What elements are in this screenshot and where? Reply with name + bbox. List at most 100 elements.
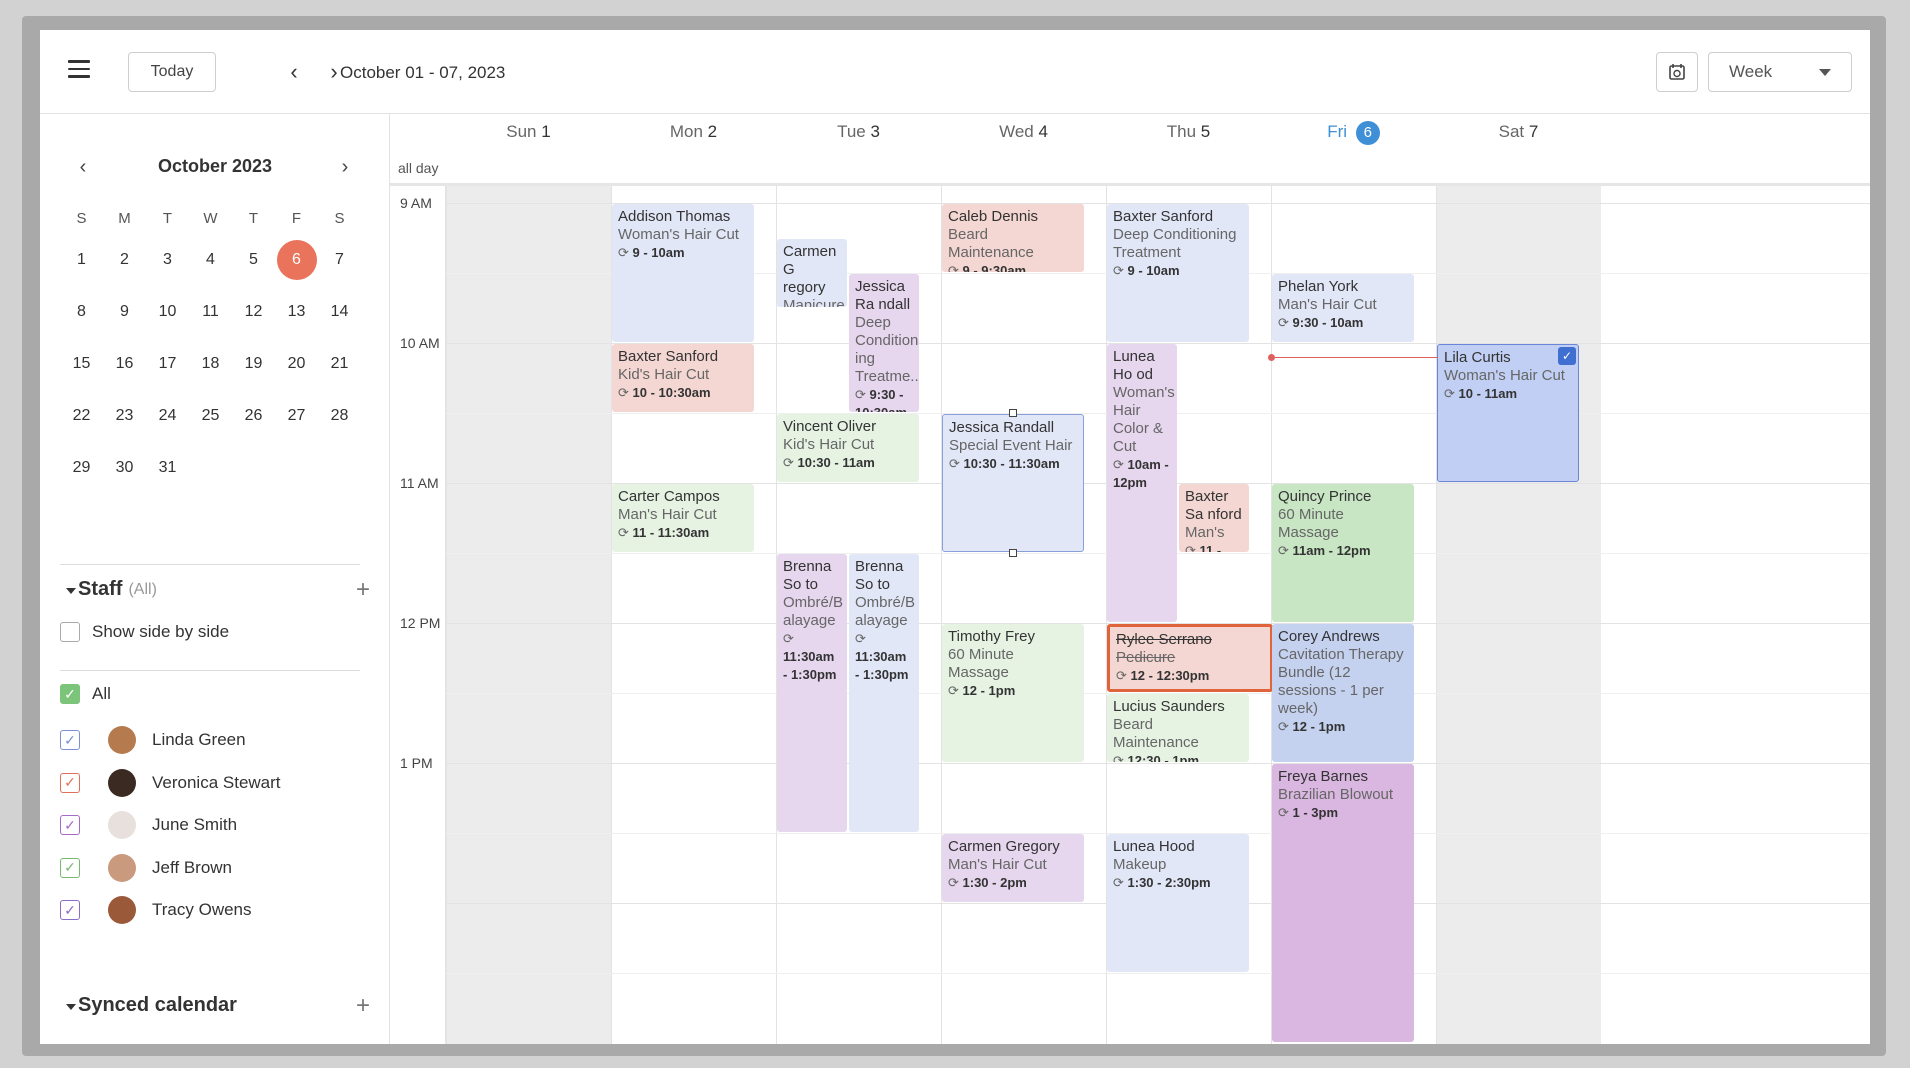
staff-row[interactable]: ✓ Linda Green bbox=[60, 726, 246, 754]
resize-handle-top[interactable] bbox=[1009, 409, 1017, 417]
day-header[interactable]: Mon 2 bbox=[611, 114, 776, 150]
appointment[interactable]: Carter CamposMan's Hair Cut11 - 11:30am bbox=[612, 484, 754, 552]
mini-day[interactable]: 15 bbox=[60, 338, 103, 390]
day-header[interactable]: Sun 1 bbox=[446, 114, 611, 150]
day-header[interactable]: Fri 6 bbox=[1271, 114, 1436, 150]
side-by-side-toggle[interactable]: Show side by side bbox=[60, 622, 229, 642]
resize-handle-bottom[interactable] bbox=[1009, 549, 1017, 557]
mini-day[interactable]: 10 bbox=[146, 286, 189, 338]
appointment[interactable]: Lunea Ho odWoman's Hair Color & Cut10am … bbox=[1107, 344, 1177, 622]
appointment-service: Brazilian Blowout bbox=[1278, 786, 1394, 803]
all-day-row[interactable]: all day bbox=[390, 150, 1870, 186]
appointment[interactable]: Phelan YorkMan's Hair Cut9:30 - 10am bbox=[1272, 274, 1414, 342]
add-synced-calendar-icon[interactable]: + bbox=[356, 992, 370, 1020]
mini-day[interactable]: 16 bbox=[103, 338, 146, 390]
time-grid[interactable]: 9 AM 10 AM 11 AM 12 PM 1 PM Addison Thomas Wom… bbox=[390, 186, 1870, 1044]
mini-day[interactable]: 25 bbox=[189, 390, 232, 442]
mini-day[interactable]: 23 bbox=[103, 390, 146, 442]
mini-day[interactable]: 6 bbox=[275, 234, 318, 286]
appointment[interactable]: Carmen G regoryManicure9:15 - bbox=[777, 239, 847, 307]
appointment[interactable]: Baxter SanfordKid's Hair Cut10 - 10:30am bbox=[612, 344, 754, 412]
mini-day[interactable]: 27 bbox=[275, 390, 318, 442]
today-button[interactable]: Today bbox=[128, 52, 216, 92]
mini-day[interactable]: 9 bbox=[103, 286, 146, 338]
day-column[interactable] bbox=[941, 186, 1106, 1044]
synced-calendar-header[interactable]: Synced calendar bbox=[66, 994, 237, 1017]
mini-day[interactable]: 26 bbox=[232, 390, 275, 442]
sync-calendar-button[interactable] bbox=[1656, 52, 1698, 92]
day-column[interactable] bbox=[446, 186, 611, 1044]
appointment-time: 12 - 12:30pm bbox=[1116, 667, 1264, 685]
staff-row[interactable]: ✓ Jeff Brown bbox=[60, 853, 232, 882]
mini-day[interactable]: 18 bbox=[189, 338, 232, 390]
mini-next-month-icon[interactable]: › bbox=[332, 152, 358, 182]
check-icon[interactable]: ✓ bbox=[1558, 347, 1576, 365]
appointment[interactable]: Corey Andrews Cavitation Therapy Bundle (… bbox=[1272, 624, 1414, 762]
mini-day[interactable]: 5 bbox=[232, 234, 275, 286]
mini-day[interactable]: 21 bbox=[318, 338, 361, 390]
appointment[interactable]: Baxter Sanford Deep Conditioning Treatmen… bbox=[1107, 204, 1249, 342]
mini-day[interactable]: 31 bbox=[146, 442, 189, 494]
appointment-service: Special Event Hair bbox=[949, 437, 1073, 454]
mini-day-number: 25 bbox=[201, 407, 220, 424]
staff-name: Linda Green bbox=[152, 730, 246, 749]
check-icon[interactable]: ✓ bbox=[60, 857, 80, 878]
menu-icon[interactable] bbox=[68, 60, 90, 78]
mini-day[interactable]: 14 bbox=[318, 286, 361, 338]
appointment[interactable]: Vincent OliverKid's Hair Cut10:30 - 11am bbox=[777, 414, 919, 482]
day-header[interactable]: Tue 3 bbox=[776, 114, 941, 150]
staff-row[interactable]: ✓ Veronica Stewart bbox=[60, 768, 281, 797]
check-icon[interactable]: ✓ bbox=[60, 684, 80, 704]
mini-day[interactable]: 11 bbox=[189, 286, 232, 338]
view-select[interactable]: Week bbox=[1708, 52, 1852, 92]
mini-day[interactable]: 3 bbox=[146, 234, 189, 286]
mini-day[interactable]: 4 bbox=[189, 234, 232, 286]
staff-row[interactable]: ✓ June Smith bbox=[60, 811, 237, 839]
appointment[interactable]: Caleb DennisBeard Maintenance9 - 9:30am bbox=[942, 204, 1084, 272]
appointment[interactable]: Quincy Prince60 Minute Massage11am - 12p… bbox=[1272, 484, 1414, 622]
appointment[interactable]: Jessica RandallSpecial Event Hair10:30 -… bbox=[942, 414, 1084, 552]
mini-day-number: 31 bbox=[158, 459, 177, 476]
staff-row[interactable]: ✓ Tracy Owens bbox=[60, 896, 252, 924]
mini-day[interactable]: 12 bbox=[232, 286, 275, 338]
appointment[interactable]: Brenna So toOmbré/B alayage11:30am - 1:3… bbox=[849, 554, 919, 832]
mini-day[interactable]: 1 bbox=[60, 234, 103, 286]
mini-day[interactable]: 22 bbox=[60, 390, 103, 442]
mini-day[interactable]: 19 bbox=[232, 338, 275, 390]
checkbox[interactable] bbox=[60, 622, 80, 642]
check-icon[interactable]: ✓ bbox=[60, 730, 80, 750]
mini-day[interactable]: 8 bbox=[60, 286, 103, 338]
appointment-service: Woman's Hair Cut bbox=[1444, 367, 1565, 384]
appointment[interactable]: Freya BarnesBrazilian Blowout1 - 3pm bbox=[1272, 764, 1414, 1042]
check-icon[interactable]: ✓ bbox=[60, 815, 80, 835]
mini-day[interactable]: 17 bbox=[146, 338, 189, 390]
appointment[interactable]: Brenna So toOmbré/B alayage11:30am - 1:3… bbox=[777, 554, 847, 832]
mini-day[interactable]: 7 bbox=[318, 234, 361, 286]
appointment[interactable]: Timothy Frey60 Minute Massage12 - 1pm bbox=[942, 624, 1084, 762]
check-icon[interactable]: ✓ bbox=[60, 900, 80, 920]
mini-day[interactable]: 2 bbox=[103, 234, 146, 286]
mini-day[interactable]: 13 bbox=[275, 286, 318, 338]
day-header[interactable]: Sat 7 bbox=[1436, 114, 1601, 150]
appointment[interactable]: Baxter Sa nfordMan's11 - 11:30am bbox=[1179, 484, 1249, 552]
staff-all-toggle[interactable]: ✓ All bbox=[60, 684, 111, 704]
appointment[interactable]: Rylee SerranoPedicure12 - 12:30pm bbox=[1107, 624, 1273, 692]
mini-day[interactable]: 20 bbox=[275, 338, 318, 390]
prev-week-icon[interactable]: ‹ bbox=[282, 58, 306, 86]
day-column[interactable] bbox=[1436, 186, 1601, 1044]
appointment[interactable]: Lucius SaundersBeard Maintenance12:30 - … bbox=[1107, 694, 1249, 762]
appointment[interactable]: Carmen GregoryMan's Hair Cut1:30 - 2pm bbox=[942, 834, 1084, 902]
appointment[interactable]: Jessica Ra ndall Deep Condition ing Treat… bbox=[849, 274, 919, 412]
appointment[interactable]: Lila CurtisWoman's Hair Cut10 - 11am ✓ bbox=[1437, 344, 1579, 482]
mini-day[interactable]: 29 bbox=[60, 442, 103, 494]
mini-day[interactable]: 24 bbox=[146, 390, 189, 442]
appointment[interactable]: Lunea HoodMakeup1:30 - 2:30pm bbox=[1107, 834, 1249, 972]
mini-day[interactable]: 30 bbox=[103, 442, 146, 494]
appointment[interactable]: Addison ThomasWoman's Hair Cut9 - 10am bbox=[612, 204, 754, 342]
staff-section-header[interactable]: Staff (All) bbox=[66, 578, 157, 601]
day-header[interactable]: Thu 5 bbox=[1106, 114, 1271, 150]
add-staff-icon[interactable]: + bbox=[356, 576, 370, 604]
check-icon[interactable]: ✓ bbox=[60, 772, 80, 793]
mini-day[interactable]: 28 bbox=[318, 390, 361, 442]
day-header[interactable]: Wed 4 bbox=[941, 114, 1106, 150]
